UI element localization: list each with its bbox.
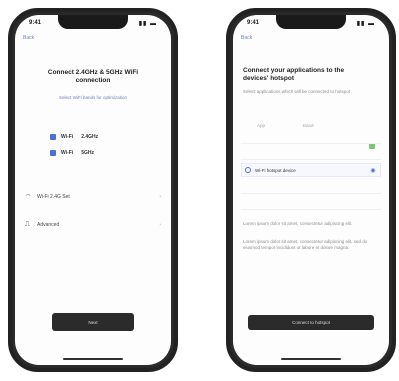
status-icons: ▮▮ ▬ — [356, 21, 375, 27]
chevron-right-icon: › — [159, 194, 161, 200]
status-bar: 9:41 ▮▮ ▬ — [245, 20, 377, 28]
page-subtitle: Select WiFi bands for optimization — [58, 95, 128, 100]
status-time: 9:41 — [29, 20, 42, 26]
page-title: Connect 2.4GHz & 5GHz WiFi connection — [47, 69, 139, 84]
checkbox-icon[interactable] — [50, 134, 56, 140]
band-value: 2.4GHz — [81, 134, 99, 140]
app-name: Wi-Fi hotspot device — [255, 167, 296, 173]
app-row[interactable] — [241, 181, 381, 194]
back-link[interactable]: Back — [241, 35, 252, 41]
home-indicator — [63, 357, 123, 360]
band-option-5[interactable]: Wi-Fi 5GHz — [50, 148, 94, 158]
left-screen: 9:41 ▮▮ ▬ Back Connect 2.4GHz & 5GHz WiF… — [15, 15, 171, 365]
app-row[interactable] — [241, 197, 381, 210]
app-row[interactable] — [241, 131, 381, 144]
column-header-band: Band — [303, 123, 314, 128]
setting-label: Advanced — [37, 222, 60, 228]
band-option-24[interactable]: Wi-Fi 2.4GHz — [50, 132, 98, 142]
connect-hotspot-button[interactable]: Connect to hotspot — [248, 315, 374, 330]
left-phone: 9:41 ▮▮ ▬ Back Connect 2.4GHz & 5GHz WiF… — [8, 8, 178, 372]
app-row[interactable] — [241, 147, 381, 160]
band-name: Wi-Fi — [61, 150, 74, 156]
setting-row-wifi[interactable]: ⌔ Wi-Fi 2.4G Set › — [25, 192, 161, 202]
band-value: 5GHz — [81, 150, 94, 156]
setting-row-advanced[interactable]: ⎍ Advanced › — [25, 220, 161, 230]
page-title: Connect your applications to the devices… — [243, 67, 345, 82]
setting-label: Wi-Fi 2.4G Set — [37, 194, 70, 200]
app-row-selected[interactable]: Wi-Fi hotspot device ◉ — [241, 163, 381, 177]
status-bar: 9:41 ▮▮ ▬ — [27, 20, 159, 28]
note-text: Lorem ipsum dolor sit amet, consectetur … — [243, 221, 353, 226]
page-description: Select applications which will be connec… — [243, 89, 351, 94]
right-screen: 9:41 ▮▮ ▬ Back Connect your applications… — [233, 15, 389, 365]
next-button[interactable]: Next — [52, 313, 134, 331]
column-header-app: App — [257, 123, 266, 128]
chevron-right-icon: › — [159, 222, 161, 228]
wifi-icon: ⌔ — [25, 193, 32, 201]
router-icon: ⎍ — [25, 221, 30, 228]
toggle-icon[interactable]: ◉ — [366, 167, 380, 174]
note-text-long: Lorem ipsum dolor sit amet, consectetur … — [243, 239, 368, 250]
right-phone: 9:41 ▮▮ ▬ Back Connect your applications… — [226, 8, 396, 372]
home-indicator — [281, 357, 341, 360]
back-link[interactable]: Back — [23, 35, 34, 41]
status-icons: ▮▮ ▬ — [138, 21, 157, 27]
band-name: Wi-Fi — [61, 134, 74, 140]
checkbox-icon[interactable] — [50, 150, 56, 156]
status-time: 9:41 — [247, 20, 260, 26]
